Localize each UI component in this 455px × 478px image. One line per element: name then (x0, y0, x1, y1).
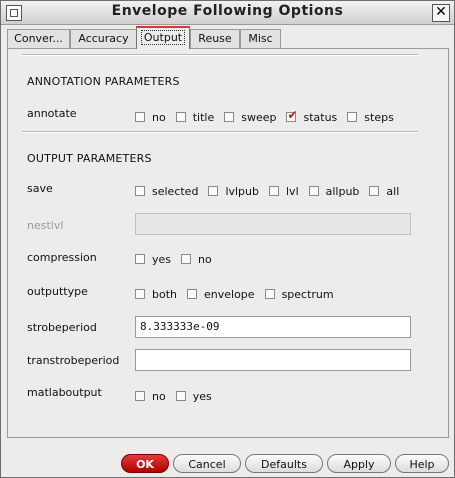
tab-label: Reuse (198, 32, 232, 45)
matlaboutput-yes-option[interactable]: yes (175, 389, 212, 403)
checkbox[interactable] (135, 186, 145, 196)
option-label: all (386, 184, 400, 198)
option-label: yes (192, 389, 212, 403)
save-all-option[interactable]: all (369, 185, 399, 198)
save-selected-option[interactable]: selected (135, 185, 198, 198)
checkbox[interactable] (369, 186, 380, 196)
annotate-no-option[interactable]: no (135, 111, 166, 124)
option-label: no (198, 252, 212, 266)
option-label: spectrum (281, 287, 334, 301)
strobeperiod-input[interactable]: 8.333333e-09 (135, 316, 411, 338)
save-allpub-option[interactable]: allpub (308, 184, 360, 198)
output-section-title: OUTPUT PARAMETERS (27, 152, 152, 165)
checkbox[interactable] (308, 186, 319, 196)
checkbox[interactable] (135, 391, 145, 401)
save-lvl-option[interactable]: lvl (269, 185, 299, 198)
defaults-button[interactable]: Defaults (245, 454, 323, 473)
tab-label: Accuracy (78, 32, 129, 45)
annotation-section-title: ANNOTATION PARAMETERS (27, 75, 180, 88)
save-options: selected lvlpub lvl allpub all (135, 183, 409, 199)
checkbox[interactable] (208, 186, 219, 196)
strobeperiod-label: strobeperiod (27, 321, 97, 334)
outputtype-label: outputtype (27, 285, 88, 298)
window-title: Envelope Following Options (111, 3, 344, 19)
matlaboutput-no-option[interactable]: no (135, 390, 166, 403)
option-label: no (152, 110, 166, 124)
option-label: sweep (241, 110, 277, 124)
annotate-status-option[interactable]: status (286, 108, 338, 124)
option-label: no (152, 389, 166, 403)
divider (22, 54, 418, 56)
checkbox[interactable] (135, 254, 145, 264)
matlaboutput-options: no yes (135, 388, 222, 404)
annotate-options: no title sweep status steps (135, 108, 404, 125)
divider (22, 131, 418, 133)
nestlvl-field (135, 213, 411, 235)
checkbox[interactable] (347, 112, 358, 122)
checkbox[interactable] (269, 186, 279, 196)
compression-label: compression (27, 251, 97, 264)
annotate-title-option[interactable]: title (175, 110, 215, 124)
button-bar: OK Cancel Defaults Apply Help (1, 452, 454, 477)
checkbox[interactable] (264, 289, 275, 299)
option-label: allpub (325, 184, 360, 198)
option-label: selected (152, 184, 199, 198)
compression-no-option[interactable]: no (181, 253, 212, 266)
option-label: steps (364, 110, 394, 124)
nestlvl-label: nestlvl (27, 219, 64, 232)
outputtype-options: both envelope spectrum (135, 286, 344, 302)
apply-button[interactable]: Apply (327, 454, 391, 473)
tab-convergence[interactable]: Conver... (7, 29, 70, 48)
tab-label: Misc (248, 32, 273, 45)
checkbox-checked[interactable] (286, 108, 298, 122)
tab-label: Output (140, 30, 186, 45)
cancel-button[interactable]: Cancel (173, 454, 241, 473)
annotate-sweep-option[interactable]: sweep (224, 111, 276, 124)
save-lvlpub-option[interactable]: lvlpub (208, 185, 259, 198)
option-label: yes (152, 252, 172, 266)
checkbox[interactable] (175, 391, 186, 401)
checkbox[interactable] (181, 254, 192, 264)
checkbox[interactable] (135, 112, 145, 122)
close-icon[interactable]: ✕ (432, 4, 450, 22)
option-label: lvlpub (225, 184, 259, 198)
matlaboutput-label: matlaboutput (27, 386, 102, 399)
tab-label: Conver... (14, 32, 63, 45)
option-label: lvl (286, 184, 299, 198)
option-label: status (303, 110, 338, 124)
checkbox[interactable] (135, 289, 145, 299)
annotate-steps-option[interactable]: steps (347, 111, 394, 124)
output-panel: ANNOTATION PARAMETERS annotate no title … (7, 48, 449, 438)
tab-misc[interactable]: Misc (240, 29, 281, 48)
checkbox[interactable] (187, 289, 197, 299)
compression-yes-option[interactable]: yes (135, 253, 171, 266)
options-dialog: Envelope Following Options ✕ Conver... A… (0, 0, 455, 478)
outputtype-spectrum-option[interactable]: spectrum (264, 287, 334, 301)
transtrobeperiod-input[interactable] (135, 349, 411, 371)
option-label: both (152, 287, 177, 301)
outputtype-both-option[interactable]: both (135, 288, 177, 301)
transtrobeperiod-label: transtrobeperiod (27, 354, 120, 367)
ok-button[interactable]: OK (121, 454, 169, 473)
checkbox[interactable] (224, 112, 235, 122)
option-label: title (192, 110, 215, 124)
tab-accuracy[interactable]: Accuracy (70, 29, 137, 48)
checkbox[interactable] (175, 112, 186, 122)
tab-reuse[interactable]: Reuse (190, 29, 240, 48)
compression-options: yes no (135, 251, 222, 267)
save-label: save (27, 182, 53, 195)
outputtype-envelope-option[interactable]: envelope (187, 288, 255, 301)
help-button[interactable]: Help (395, 454, 449, 473)
annotate-label: annotate (27, 107, 77, 120)
option-label: envelope (204, 287, 255, 301)
tab-output[interactable]: Output (136, 26, 190, 49)
title-bar[interactable]: Envelope Following Options ✕ (1, 1, 454, 25)
